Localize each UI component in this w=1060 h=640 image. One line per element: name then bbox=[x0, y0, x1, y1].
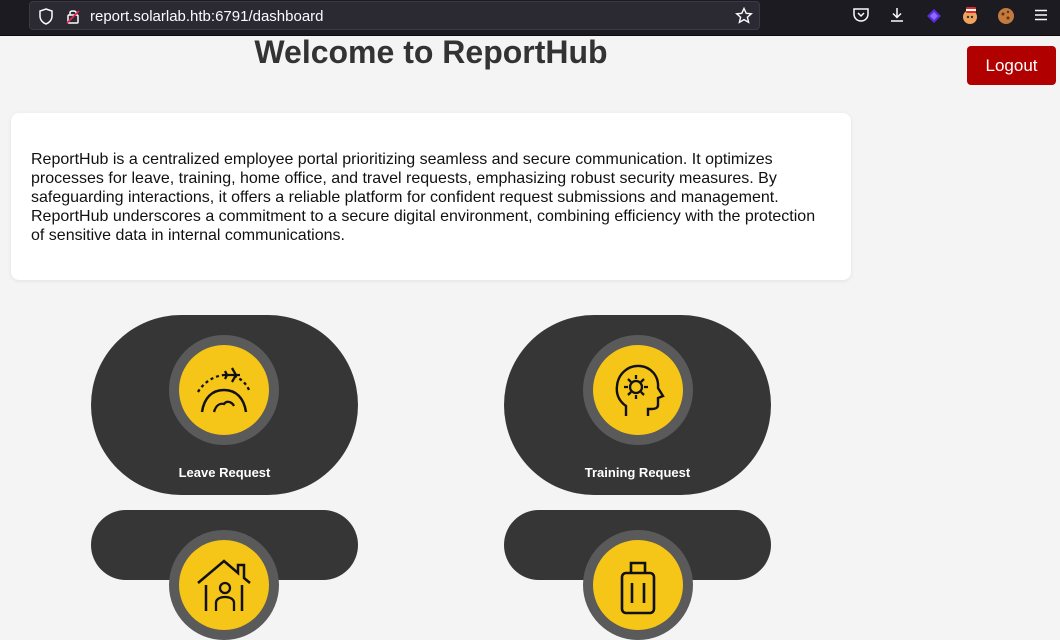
tile-label: Training Request bbox=[584, 465, 691, 480]
url-text[interactable]: report.solarlab.htb:6791/dashboard bbox=[90, 8, 324, 25]
icon-disc bbox=[179, 540, 269, 630]
address-bar[interactable]: report.solarlab.htb:6791/dashboard bbox=[29, 1, 760, 30]
head-gear-icon bbox=[615, 364, 665, 416]
leave-request-tile[interactable]: Leave Request bbox=[91, 315, 358, 495]
page-title: Welcome to ReportHub bbox=[254, 34, 608, 70]
download-icon[interactable] bbox=[888, 6, 908, 26]
insecure-lock-icon[interactable] bbox=[66, 8, 80, 30]
suitcase-icon bbox=[620, 561, 656, 615]
training-request-tile[interactable]: Training Request bbox=[504, 315, 771, 495]
shield-icon[interactable] bbox=[38, 8, 54, 30]
icon-disc bbox=[593, 345, 683, 435]
home-office-request-tile[interactable] bbox=[91, 510, 358, 640]
hamburger-menu-icon[interactable] bbox=[1032, 6, 1052, 26]
home-person-icon bbox=[197, 559, 251, 611]
logout-button[interactable]: Logout bbox=[967, 46, 1056, 85]
icon-ring bbox=[169, 335, 279, 445]
extension-foxy-icon[interactable] bbox=[960, 6, 980, 26]
pocket-icon[interactable] bbox=[852, 6, 872, 26]
cookie-editor-icon[interactable] bbox=[996, 6, 1016, 26]
icon-ring bbox=[169, 530, 279, 640]
travel-request-tile[interactable] bbox=[504, 510, 771, 640]
icon-ring bbox=[583, 335, 693, 445]
extension-purple-icon[interactable] bbox=[924, 6, 944, 26]
bookmark-star-icon[interactable] bbox=[735, 6, 753, 30]
globe-airplane-icon bbox=[197, 367, 251, 413]
intro-text: ReportHub is a centralized employee port… bbox=[31, 151, 816, 244]
browser-toolbar: report.solarlab.htb:6791/dashboard bbox=[0, 0, 1060, 36]
icon-disc bbox=[179, 345, 269, 435]
tile-label: Leave Request bbox=[178, 465, 271, 480]
icon-ring bbox=[583, 530, 693, 640]
icon-disc bbox=[593, 540, 683, 630]
intro-card: ReportHub is a centralized employee port… bbox=[11, 113, 851, 280]
